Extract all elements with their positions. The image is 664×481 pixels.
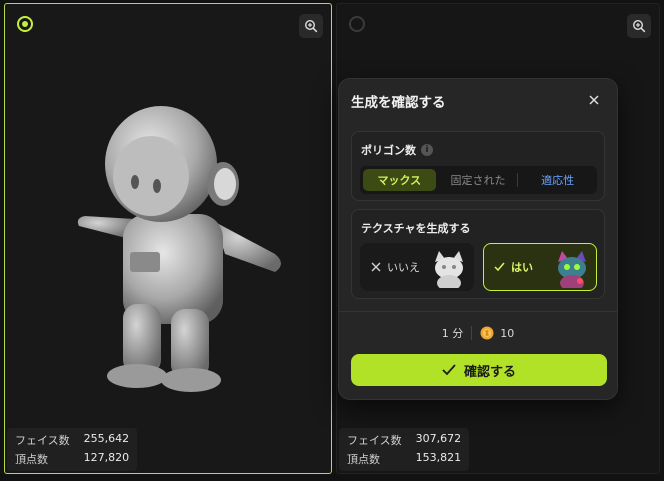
vertices-value: 127,820 <box>83 451 130 464</box>
dialog-title: 生成を確認する <box>351 95 446 111</box>
untextured-cat-thumbnail <box>435 251 463 288</box>
zoom-in-button[interactable] <box>627 14 651 38</box>
astronaut-model-render <box>77 106 281 392</box>
close-button[interactable] <box>585 91 603 109</box>
dialog-divider <box>339 311 617 312</box>
vertices-label: 頂点数 <box>347 453 380 466</box>
generation-time: 1 分 <box>441 327 464 340</box>
texture-option-no[interactable]: いいえ <box>360 243 474 291</box>
polygon-count-label: ポリゴン数 <box>361 144 416 157</box>
faces-label: フェイス数 <box>347 434 402 447</box>
zoom-in-icon <box>632 19 646 33</box>
info-icon[interactable]: i <box>421 144 433 156</box>
confirm-label: 確認する <box>463 364 516 380</box>
faces-value: 255,642 <box>83 432 130 445</box>
radio-unselected-icon[interactable] <box>349 16 365 32</box>
generation-cost-row: 1 分 10 <box>339 325 617 341</box>
segment-divider <box>517 173 519 187</box>
faces-label: フェイス数 <box>15 434 70 447</box>
left-model-panel[interactable]: フェイス数 255,642 頂点数 127,820 <box>4 3 332 474</box>
faces-value: 307,672 <box>415 432 462 445</box>
polygon-option-fixed[interactable]: 固定された <box>442 169 515 191</box>
texture-no-label: いいえ <box>387 261 420 274</box>
check-icon <box>494 262 505 272</box>
polygon-mode-segmented-control: マックス 固定された 適応性 <box>360 166 597 194</box>
confirm-button[interactable]: 確認する <box>351 354 607 386</box>
vertices-value: 153,821 <box>415 451 462 464</box>
texture-option-yes[interactable]: はい <box>483 243 597 291</box>
polygon-option-max[interactable]: マックス <box>363 169 436 191</box>
check-icon <box>442 364 456 376</box>
textured-cat-thumbnail <box>558 251 586 288</box>
zoom-in-button[interactable] <box>299 14 323 38</box>
x-icon <box>371 262 381 272</box>
right-mesh-stats: フェイス数 307,672 頂点数 153,821 <box>339 428 470 471</box>
radio-selected-icon[interactable] <box>17 16 33 32</box>
vertices-label: 頂点数 <box>15 453 48 466</box>
credit-cost: 10 <box>500 326 515 340</box>
texture-label: テクスチャを生成する <box>361 222 471 235</box>
polygon-option-adaptive[interactable]: 適応性 <box>521 169 594 191</box>
confirm-generation-dialog: 生成を確認する ポリゴン数 i マックス 固定された 適応性 テクスチャを生成す… <box>338 78 618 400</box>
coin-icon <box>480 326 494 340</box>
left-mesh-stats: フェイス数 255,642 頂点数 127,820 <box>7 428 138 471</box>
close-icon <box>589 95 599 105</box>
polygon-count-section: ポリゴン数 i マックス 固定された 適応性 <box>351 131 605 201</box>
cost-separator <box>471 326 473 340</box>
texture-section: テクスチャを生成する いいえ はい <box>351 209 605 299</box>
zoom-in-icon <box>304 19 318 33</box>
texture-yes-label: はい <box>511 261 533 274</box>
